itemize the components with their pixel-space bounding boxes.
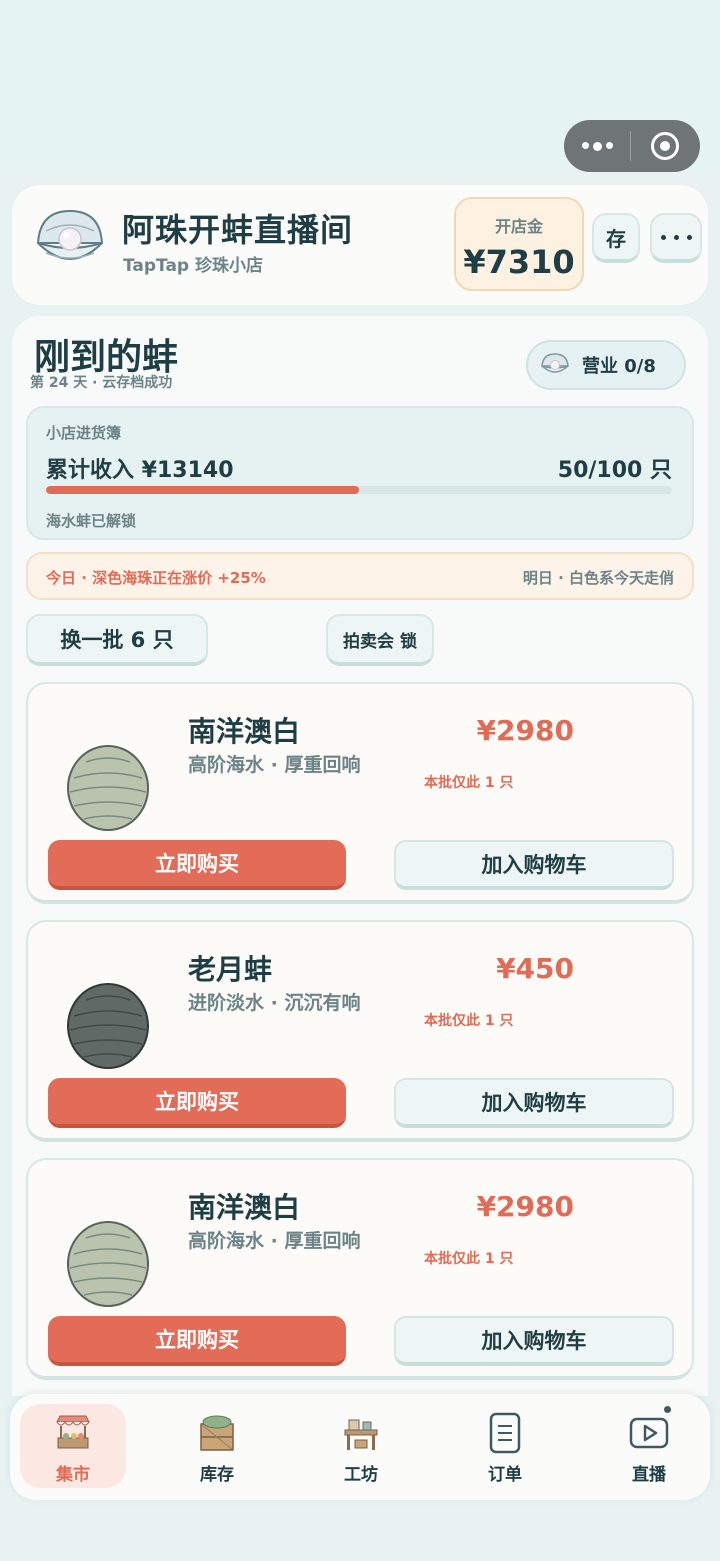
ledger-count: 50/100 只 — [557, 458, 672, 483]
shop-header: 阿珠开蚌直播间 TapTap 珍珠小店 开店金 ¥7310 存 — [12, 185, 708, 305]
close-target-icon[interactable] — [631, 132, 699, 160]
market-stall-icon — [56, 1415, 90, 1449]
product-name: 老月蚌 — [188, 953, 273, 986]
gold-balance: 开店金 ¥7310 — [454, 197, 584, 291]
tab-live[interactable]: 直播 — [596, 1404, 702, 1488]
product-price: ¥450 — [496, 952, 574, 985]
live-notification-dot — [664, 1406, 671, 1413]
tab-label: 工坊 — [344, 1465, 378, 1485]
pearl-shell-logo — [36, 209, 104, 260]
product-desc: 进阶淡水 · 沉沉有响 — [188, 992, 361, 1014]
menu-dots-icon[interactable] — [564, 141, 630, 151]
play-icon — [629, 1417, 669, 1449]
auction-button[interactable]: 拍卖会 锁 — [326, 614, 434, 666]
tab-market[interactable]: 集市 — [20, 1404, 126, 1488]
purchase-ledger: 小店进货簿 累计收入 ¥13140 50/100 只 海水蚌已解锁 — [26, 406, 694, 540]
status-text: 营业 0/8 — [582, 356, 656, 377]
business-status-pill[interactable]: 营业 0/8 — [526, 340, 686, 390]
document-icon — [489, 1412, 521, 1454]
product-card: 南洋澳白 高阶海水 · 厚重回响 ¥2980 本批仅此 1 只 立即购买 加入购… — [26, 1158, 694, 1380]
page-subtitle: 第 24 天 · 云存档成功 — [30, 375, 173, 391]
product-desc: 高阶海水 · 厚重回响 — [188, 1230, 361, 1252]
ledger-income: 累计收入 ¥13140 — [46, 458, 234, 483]
tab-inventory[interactable]: 库存 — [164, 1404, 270, 1488]
clam-shell-icon — [67, 745, 149, 831]
pearl-shell-icon — [541, 353, 569, 373]
gold-value: ¥7310 — [463, 243, 575, 281]
workbench-icon — [344, 1419, 378, 1450]
gold-label: 开店金 — [494, 217, 543, 236]
product-stock: 本批仅此 1 只 — [424, 775, 514, 791]
market-today: 今日 · 深色海珠正在涨价 +25% — [46, 569, 266, 587]
buy-now-button[interactable]: 立即购买 — [48, 1078, 346, 1128]
shop-subtitle: TapTap 珍珠小店 — [123, 256, 264, 276]
tab-label: 库存 — [200, 1465, 234, 1485]
product-price: ¥2980 — [476, 1190, 574, 1223]
product-card: 老月蚌 进阶淡水 · 沉沉有响 ¥450 本批仅此 1 只 立即购买 加入购物车 — [26, 920, 694, 1142]
add-to-cart-button[interactable]: 加入购物车 — [394, 1078, 674, 1128]
ledger-progress-track — [46, 486, 672, 494]
product-name: 南洋澳白 — [188, 1191, 301, 1224]
tab-label: 订单 — [488, 1465, 522, 1485]
product-card: 南洋澳白 高阶海水 · 厚重回响 ¥2980 本批仅此 1 只 立即购买 加入购… — [26, 682, 694, 904]
add-to-cart-button[interactable]: 加入购物车 — [394, 1316, 674, 1366]
product-desc: 高阶海水 · 厚重回响 — [188, 754, 361, 776]
product-stock: 本批仅此 1 只 — [424, 1013, 514, 1029]
miniprogram-capsule — [564, 120, 700, 172]
product-stock: 本批仅此 1 只 — [424, 1251, 514, 1267]
ledger-progress-fill — [46, 486, 359, 494]
clam-shell-icon — [67, 983, 149, 1069]
product-name: 南洋澳白 — [188, 715, 301, 748]
crate-icon — [200, 1415, 234, 1451]
buy-now-button[interactable]: 立即购买 — [48, 840, 346, 890]
more-dots-icon — [660, 234, 666, 240]
add-to-cart-button[interactable]: 加入购物车 — [394, 840, 674, 890]
shop-title: 阿珠开蚌直播间 — [122, 211, 354, 249]
more-button[interactable] — [650, 213, 702, 263]
market-panel: 刚到的蚌 第 24 天 · 云存档成功 营业 0/8 小店进货簿 累计收入 ¥1… — [12, 316, 708, 1396]
product-price: ¥2980 — [476, 714, 574, 747]
bottom-tabbar: 集市 库存 工坊 订单 直播 — [10, 1394, 710, 1500]
market-tomorrow: 明日 · 白色系今天走俏 — [522, 569, 674, 587]
tab-orders[interactable]: 订单 — [452, 1404, 558, 1488]
refresh-batch-button[interactable]: 换一批 6 只 — [26, 614, 208, 666]
ledger-note: 海水蚌已解锁 — [46, 512, 137, 530]
save-button[interactable]: 存 — [592, 213, 640, 263]
ledger-title: 小店进货簿 — [46, 424, 122, 442]
buy-now-button[interactable]: 立即购买 — [48, 1316, 346, 1366]
market-trend-bar: 今日 · 深色海珠正在涨价 +25% 明日 · 白色系今天走俏 — [26, 552, 694, 600]
clam-shell-icon — [67, 1221, 149, 1307]
tab-label: 直播 — [632, 1465, 666, 1485]
tab-workshop[interactable]: 工坊 — [308, 1404, 414, 1488]
tab-label: 集市 — [56, 1465, 90, 1485]
